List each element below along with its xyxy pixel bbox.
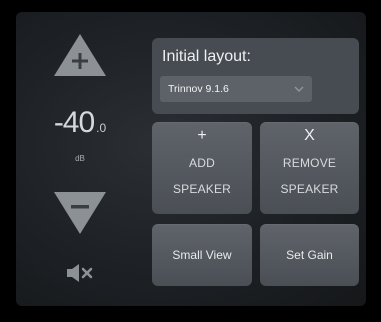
layout-dropdown[interactable]: Trinnov 9.1.6	[160, 76, 312, 102]
remove-speaker-line2: SPEAKER	[280, 182, 339, 196]
x-icon: X	[304, 127, 315, 144]
add-speaker-line1: ADD	[189, 156, 215, 170]
set-gain-label: Set Gain	[286, 248, 333, 262]
speaker-mute-icon	[67, 264, 93, 282]
initial-layout-label: Initial layout:	[162, 48, 251, 65]
small-view-label: Small View	[172, 248, 232, 262]
volume-readout: -40.0	[40, 106, 120, 140]
small-view-button[interactable]: Small View	[152, 224, 252, 286]
plus-icon: +	[197, 127, 207, 144]
add-speaker-button[interactable]: + ADD SPEAKER	[152, 122, 252, 214]
remove-speaker-button[interactable]: X REMOVE SPEAKER	[260, 122, 359, 214]
mute-button[interactable]	[62, 262, 100, 284]
chevron-down-icon	[294, 86, 304, 92]
volume-down-button[interactable]	[52, 190, 108, 236]
volume-value: -40	[53, 106, 95, 139]
layout-selected-value: Trinnov 9.1.6	[168, 83, 229, 95]
initial-layout-card: Initial layout: Trinnov 9.1.6	[152, 38, 359, 114]
set-gain-button[interactable]: Set Gain	[260, 224, 359, 286]
triangle-down-minus-icon	[54, 192, 106, 234]
volume-column: -40.0 dB	[40, 28, 120, 298]
triangle-up-plus-icon	[54, 34, 106, 76]
remove-speaker-line1: REMOVE	[282, 156, 337, 170]
app-frame: -40.0 dB Initial layout: Trinnov 9.1.6 +…	[0, 0, 381, 322]
volume-unit: dB	[75, 154, 85, 163]
volume-decimal: .0	[96, 121, 107, 135]
volume-up-button[interactable]	[52, 32, 108, 78]
add-speaker-line2: SPEAKER	[172, 182, 232, 196]
